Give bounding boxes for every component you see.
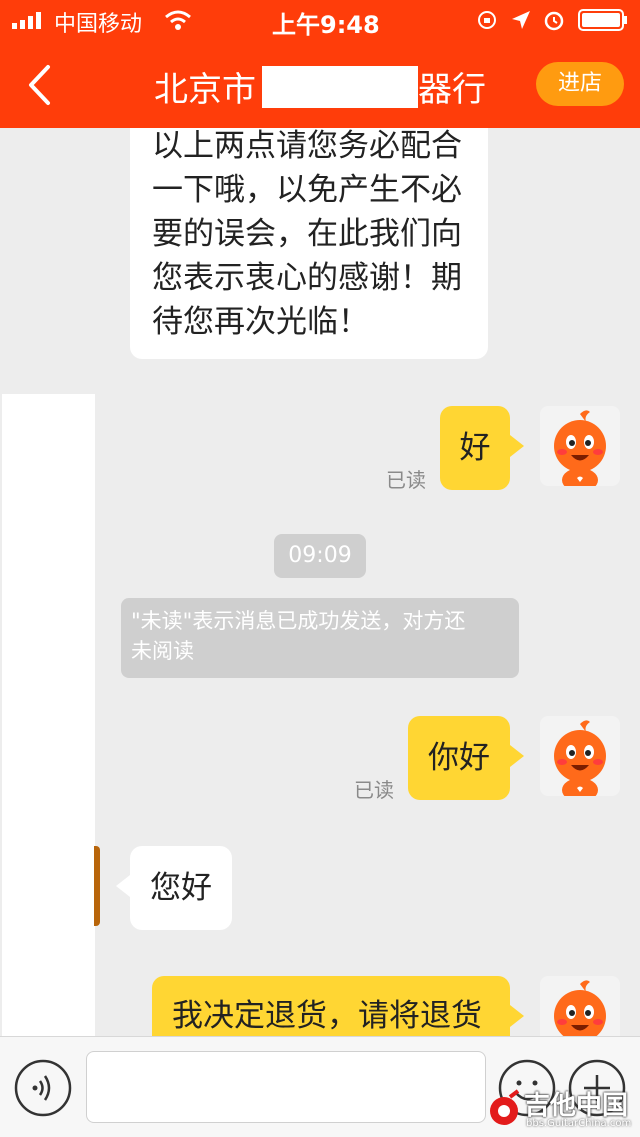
store-title-prefix: 北京市	[154, 70, 256, 110]
avatar[interactable]	[540, 716, 620, 796]
message-line: 以上两点请您务必配合	[152, 128, 462, 164]
carrier-label: 中国移动	[54, 12, 143, 37]
read-receipt: 已读	[354, 778, 394, 802]
input-bar: 吉他中国 bbs.GuitarChina.com	[0, 1036, 640, 1137]
rotation-lock-icon	[478, 11, 496, 29]
bubble-tail	[510, 745, 524, 767]
chat-area[interactable]: 以上两点请您务必配合 一下哦，以免产生不必 要的误会，在此我们向 您表示衷心的感…	[0, 128, 640, 1036]
message-line: 一下哦，以免产生不必	[152, 172, 462, 208]
nav-bar: 北京市 器行 进店	[0, 40, 640, 128]
status-bar: 中国移动 上午9:48	[0, 0, 640, 40]
bubble-tail	[510, 435, 524, 457]
mascot-avatar-icon	[554, 720, 606, 796]
time-separator: 09:09	[274, 534, 366, 578]
store-avatar-partial[interactable]	[94, 846, 100, 926]
message-line: 您表示衷心的感谢！期	[152, 260, 462, 296]
bubble-tail	[116, 875, 130, 897]
alarm-icon	[544, 11, 564, 31]
message-text: 我决定退货，请将退货	[172, 998, 482, 1034]
redacted-block	[262, 66, 418, 108]
avatar[interactable]	[540, 406, 620, 486]
message-bubble-outgoing[interactable]: 好	[440, 406, 510, 490]
chevron-left-icon[interactable]	[26, 64, 54, 106]
bubble-tail	[510, 1005, 524, 1027]
message-line: 要的误会，在此我们向	[152, 216, 462, 252]
message-line: 待您再次光临！	[152, 304, 369, 340]
notice-line: 未阅读	[131, 639, 194, 663]
mascot-avatar-icon	[554, 980, 606, 1036]
redacted-column	[2, 394, 95, 1036]
watermark-title: 吉他中国	[524, 1091, 629, 1121]
signal-icon	[12, 12, 41, 29]
watermark-url: bbs.GuitarChina.com	[526, 1118, 632, 1129]
notice-line: "未读"表示消息已成功发送，对方还	[131, 609, 466, 633]
avatar[interactable]	[540, 976, 620, 1036]
watermark: 吉他中国 bbs.GuitarChina.com	[484, 1085, 640, 1135]
message-bubble-outgoing[interactable]: 我决定退货，请将退货	[152, 976, 510, 1036]
read-receipt: 已读	[386, 468, 426, 492]
message-text: 你好	[428, 740, 490, 776]
voice-icon[interactable]	[14, 1059, 72, 1117]
message-bubble-outgoing[interactable]: 你好	[408, 716, 510, 800]
message-bubble-incoming[interactable]: 以上两点请您务必配合 一下哦，以免产生不必 要的误会，在此我们向 您表示衷心的感…	[130, 128, 488, 359]
guitar-logo-icon	[490, 1089, 520, 1125]
location-icon	[512, 11, 530, 29]
message-text: 好	[459, 430, 491, 466]
message-bubble-incoming[interactable]: 您好	[130, 846, 232, 930]
store-title-suffix: 器行	[418, 70, 486, 110]
battery-icon	[578, 9, 627, 31]
message-input[interactable]	[86, 1051, 486, 1123]
clock: 上午9:48	[272, 11, 380, 39]
mascot-avatar-icon	[554, 410, 606, 486]
wifi-icon	[165, 10, 191, 30]
system-notice: "未读"表示消息已成功发送，对方还 未阅读	[121, 598, 519, 678]
message-text: 您好	[150, 870, 212, 906]
enter-store-button[interactable]: 进店	[536, 62, 624, 106]
